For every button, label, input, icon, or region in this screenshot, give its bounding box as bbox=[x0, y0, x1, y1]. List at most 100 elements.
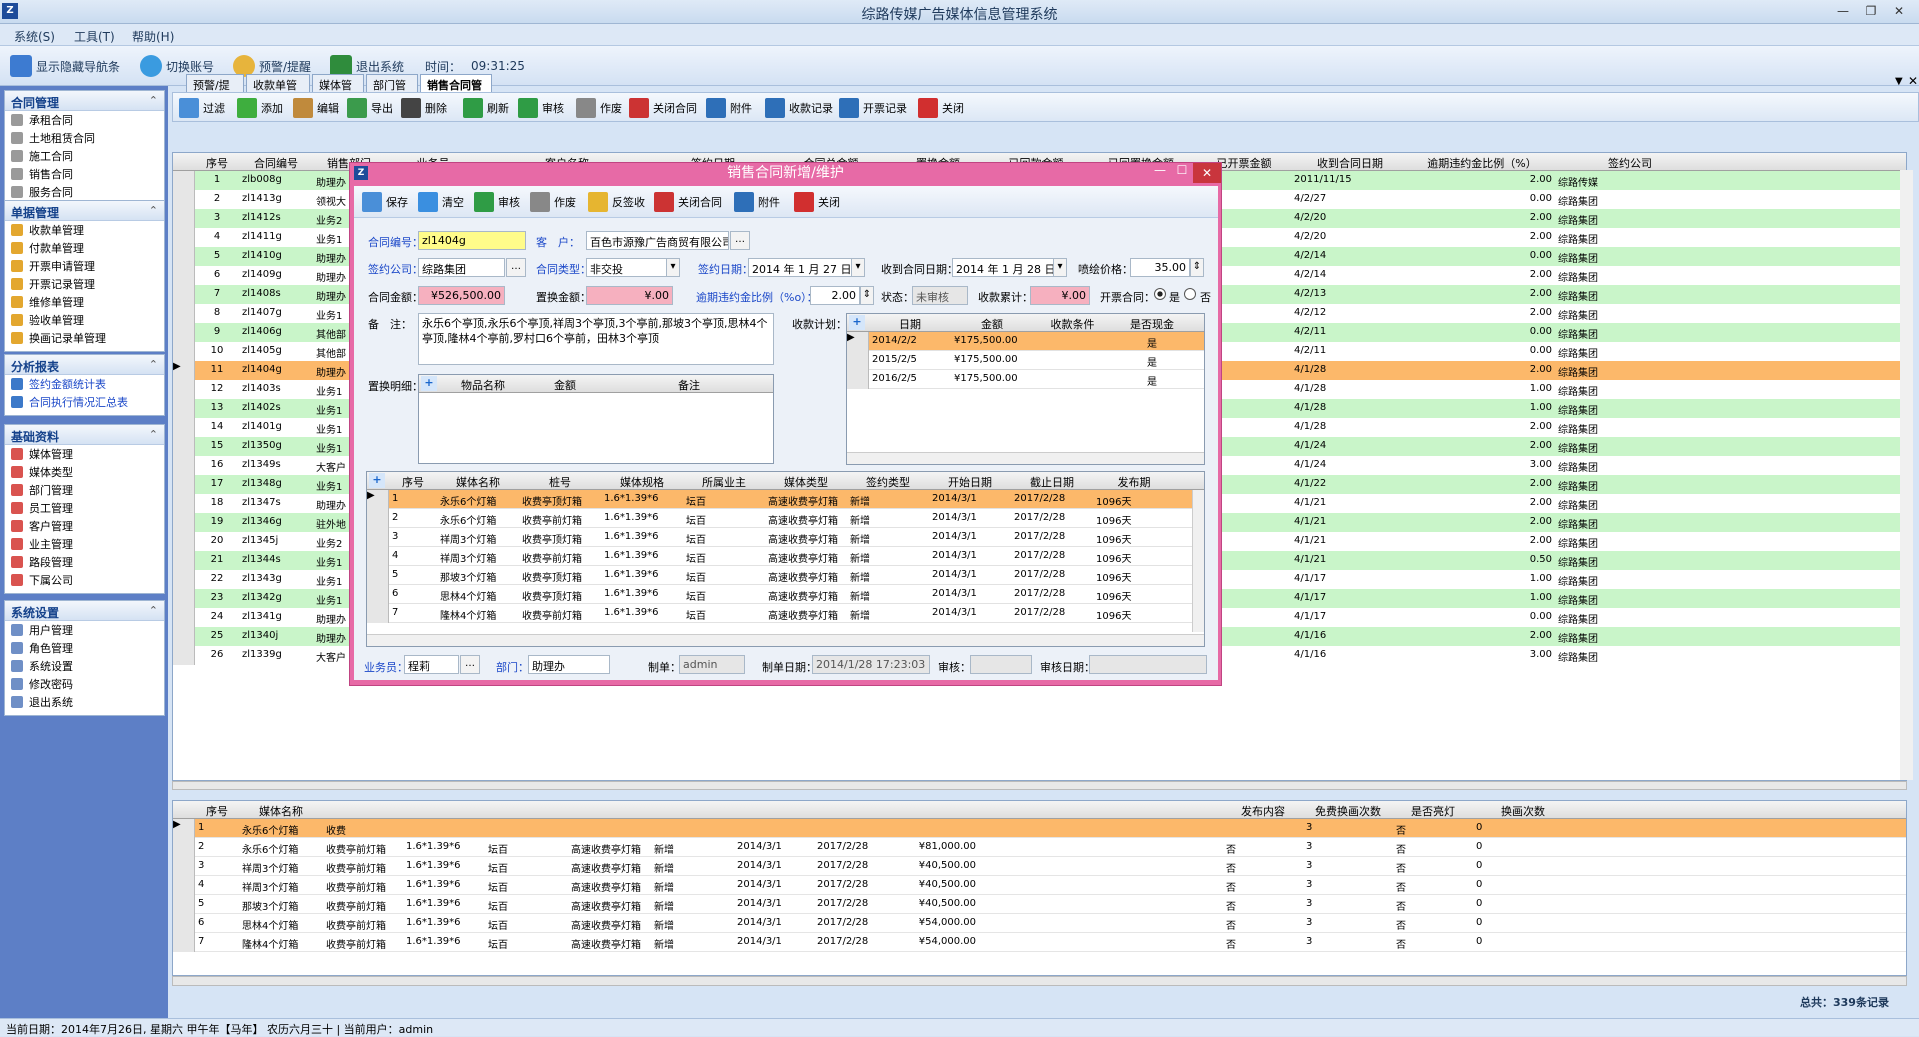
close-window-button[interactable]: ✕ bbox=[1886, 2, 1912, 20]
table-row[interactable]: 6 思林4个灯箱 收费亭顶灯箱 1.6*1.39*6 坛百 高速收费亭灯箱 新增 2014/3… bbox=[367, 585, 1204, 604]
dept-input[interactable]: 助理办 bbox=[528, 655, 610, 674]
sidebar-item[interactable]: 业主管理 bbox=[5, 535, 164, 553]
table-row[interactable]: 2015/2/5 ¥175,500.00 是 bbox=[847, 351, 1204, 370]
sidebar-item[interactable]: 销售合同 bbox=[5, 165, 164, 183]
column-header[interactable]: 逾期违约金比例（%） bbox=[1409, 155, 1555, 171]
sidebar-item[interactable]: 客户管理 bbox=[5, 517, 164, 535]
sidebar-item[interactable]: 路段管理 bbox=[5, 553, 164, 571]
sidebar-item[interactable]: 验收单管理 bbox=[5, 311, 164, 329]
column-header[interactable]: 所属业主 bbox=[683, 474, 765, 490]
customer-input[interactable]: 百色市源豫广告商贸有限公司 bbox=[586, 231, 729, 250]
tab-close-icon[interactable]: ✕ bbox=[1908, 74, 1918, 88]
column-header[interactable]: 媒体类型 bbox=[765, 474, 847, 490]
dialog-save-button[interactable]: 保存 bbox=[362, 191, 408, 213]
plan-hscrollbar[interactable] bbox=[847, 452, 1204, 464]
customer-browse-button[interactable]: … bbox=[730, 231, 750, 250]
collapse-icon[interactable]: ⌃ bbox=[149, 204, 158, 217]
collapse-icon[interactable]: ⌃ bbox=[149, 358, 158, 371]
sidebar-panel-header[interactable]: 单据管理 bbox=[5, 201, 164, 221]
filter-button[interactable]: 过滤 bbox=[179, 97, 225, 119]
column-header[interactable]: 收到合同日期 bbox=[1291, 155, 1409, 171]
swap-amount-input[interactable]: ¥.00 bbox=[586, 286, 673, 305]
main-hscrollbar[interactable] bbox=[172, 781, 1907, 790]
table-row[interactable]: 2 永乐6个灯箱 收费亭前灯箱 1.6*1.39*6 坛百 高速收费亭灯箱 新增 2014/3… bbox=[173, 838, 1906, 857]
column-header[interactable]: 序号 bbox=[389, 474, 437, 490]
invoice-record-button[interactable]: 开票记录 bbox=[839, 97, 907, 119]
column-header[interactable]: 免费换画次数 bbox=[1303, 803, 1393, 819]
add-row-icon[interactable]: + bbox=[421, 376, 437, 391]
bottom-hscrollbar[interactable] bbox=[172, 976, 1907, 986]
dialog-void-button[interactable]: 作废 bbox=[530, 191, 576, 213]
tab-1[interactable]: 收款单管理 bbox=[246, 74, 310, 108]
sidebar-item[interactable]: 换画记录单管理 bbox=[5, 329, 164, 347]
sign-date-picker[interactable]: 2014 年 1 月 27 日 bbox=[748, 258, 865, 277]
sidebar-item[interactable]: 部门管理 bbox=[5, 481, 164, 499]
table-row[interactable]: 4 祥周3个灯箱 收费亭前灯箱 1.6*1.39*6 坛百 高速收费亭灯箱 新增 2014/3… bbox=[173, 876, 1906, 895]
column-header[interactable]: 签约类型 bbox=[847, 474, 929, 490]
contract-no-input[interactable]: zl1404g bbox=[418, 231, 526, 250]
penalty-input[interactable]: 2.00 bbox=[810, 286, 860, 305]
table-row[interactable]: 7 隆林4个灯箱 收费亭前灯箱 1.6*1.39*6 坛百 高速收费亭灯箱 新增 2014/3… bbox=[367, 604, 1204, 623]
sidebar-item[interactable]: 角色管理 bbox=[5, 639, 164, 657]
column-header[interactable]: 日期 bbox=[869, 316, 951, 332]
sidebar-item[interactable]: 施工合同 bbox=[5, 147, 164, 165]
add-button[interactable]: 添加 bbox=[237, 97, 283, 119]
sidebar-panel-header[interactable]: 合同管理 bbox=[5, 91, 164, 111]
dialog-unsign-button[interactable]: 反签收 bbox=[588, 191, 645, 213]
column-header[interactable]: 备注 bbox=[605, 377, 773, 393]
table-row[interactable]: 3 祥周3个灯箱 收费亭顶灯箱 1.6*1.39*6 坛百 高速收费亭灯箱 新增 2014/3… bbox=[367, 528, 1204, 547]
column-header[interactable]: 截止日期 bbox=[1011, 474, 1093, 490]
add-row-icon[interactable]: + bbox=[369, 473, 385, 488]
sidebar-item[interactable]: 开票记录管理 bbox=[5, 275, 164, 293]
table-row[interactable]: 2016/2/5 ¥175,500.00 是 bbox=[847, 370, 1204, 389]
sales-input[interactable]: 程莉 bbox=[404, 655, 459, 674]
column-header[interactable]: 序号 bbox=[195, 155, 239, 171]
tab-list-dropdown-icon[interactable]: ▼ bbox=[1895, 76, 1903, 87]
edit-button[interactable]: 编辑 bbox=[293, 97, 339, 119]
column-header[interactable]: 合同编号 bbox=[239, 155, 313, 171]
table-row[interactable]: 5 那坡3个灯箱 收费亭前灯箱 1.6*1.39*6 坛百 高速收费亭灯箱 新增 2014/3… bbox=[173, 895, 1906, 914]
table-row[interactable]: 6 思林4个灯箱 收费亭前灯箱 1.6*1.39*6 坛百 高速收费亭灯箱 新增 2014/3… bbox=[173, 914, 1906, 933]
spinner-icon[interactable]: ⇕ bbox=[1190, 258, 1204, 277]
column-header[interactable]: 序号 bbox=[195, 803, 239, 819]
tab-4[interactable]: 销售合同管理 bbox=[420, 74, 492, 108]
sidebar-item[interactable]: 修改密码 bbox=[5, 675, 164, 693]
chevron-down-icon[interactable]: ▾ bbox=[666, 258, 680, 277]
sidebar-item[interactable]: 员工管理 bbox=[5, 499, 164, 517]
sidebar-panel-header[interactable]: 系统设置 bbox=[5, 601, 164, 621]
amount-input[interactable]: ¥526,500.00 bbox=[418, 286, 505, 305]
column-header[interactable]: 金额 bbox=[951, 316, 1033, 332]
refresh-button[interactable]: 刷新 bbox=[463, 97, 509, 119]
sidebar-item[interactable]: 土地租赁合同 bbox=[5, 129, 164, 147]
chevron-down-icon[interactable]: ▾ bbox=[851, 258, 865, 277]
menu-tools[interactable]: 工具(T) bbox=[74, 28, 115, 45]
column-header[interactable]: 收款条件 bbox=[1033, 316, 1112, 332]
column-header[interactable]: 是否亮灯 bbox=[1393, 803, 1473, 819]
sidebar-item[interactable]: 退出系统 bbox=[5, 693, 164, 711]
close-button[interactable]: 关闭 bbox=[918, 97, 964, 119]
dialog-close-contract-button[interactable]: 关闭合同 bbox=[654, 191, 722, 213]
close-contract-button[interactable]: 关闭合同 bbox=[629, 97, 697, 119]
sidebar-item[interactable]: 合同执行情况汇总表 bbox=[5, 393, 164, 411]
sidebar-item[interactable]: 维修单管理 bbox=[5, 293, 164, 311]
table-row[interactable]: 7 隆林4个灯箱 收费亭前灯箱 1.6*1.39*6 坛百 高速收费亭灯箱 新增 2014/3… bbox=[173, 933, 1906, 952]
table-row[interactable]: 3 祥周3个灯箱 收费亭前灯箱 1.6*1.39*6 坛百 高速收费亭灯箱 新增 2014/3… bbox=[173, 857, 1906, 876]
toggle-nav-button[interactable]: 显示隐藏导航条 bbox=[10, 54, 120, 78]
company-input[interactable]: 综路集团 bbox=[418, 258, 505, 277]
sidebar-item[interactable]: 开票申请管理 bbox=[5, 257, 164, 275]
sidebar-panel-header[interactable]: 分析报表 bbox=[5, 355, 164, 375]
delete-button[interactable]: 删除 bbox=[401, 97, 447, 119]
menu-help[interactable]: 帮助(H) bbox=[132, 28, 174, 45]
minimize-button[interactable]: — bbox=[1830, 2, 1856, 20]
media-vscrollbar[interactable] bbox=[1192, 490, 1204, 632]
sidebar-item[interactable]: 服务合同 bbox=[5, 183, 164, 201]
table-row[interactable]: 2 永乐6个灯箱 收费亭前灯箱 1.6*1.39*6 坛百 高速收费亭灯箱 新增 2014/3… bbox=[367, 509, 1204, 528]
dialog-minimize-button[interactable]: — bbox=[1150, 163, 1170, 183]
sidebar-item[interactable]: 媒体管理 bbox=[5, 445, 164, 463]
dialog-clear-button[interactable]: 清空 bbox=[418, 191, 464, 213]
sidebar-item[interactable]: 签约金额统计表 bbox=[5, 375, 164, 393]
table-row[interactable]: ▶ 1 永乐6个灯箱 收费 3 否 0 bbox=[173, 819, 1906, 838]
company-browse-button[interactable]: … bbox=[506, 258, 526, 277]
dialog-close-button[interactable]: ✕ bbox=[1193, 163, 1221, 183]
collapse-icon[interactable]: ⌃ bbox=[149, 94, 158, 107]
